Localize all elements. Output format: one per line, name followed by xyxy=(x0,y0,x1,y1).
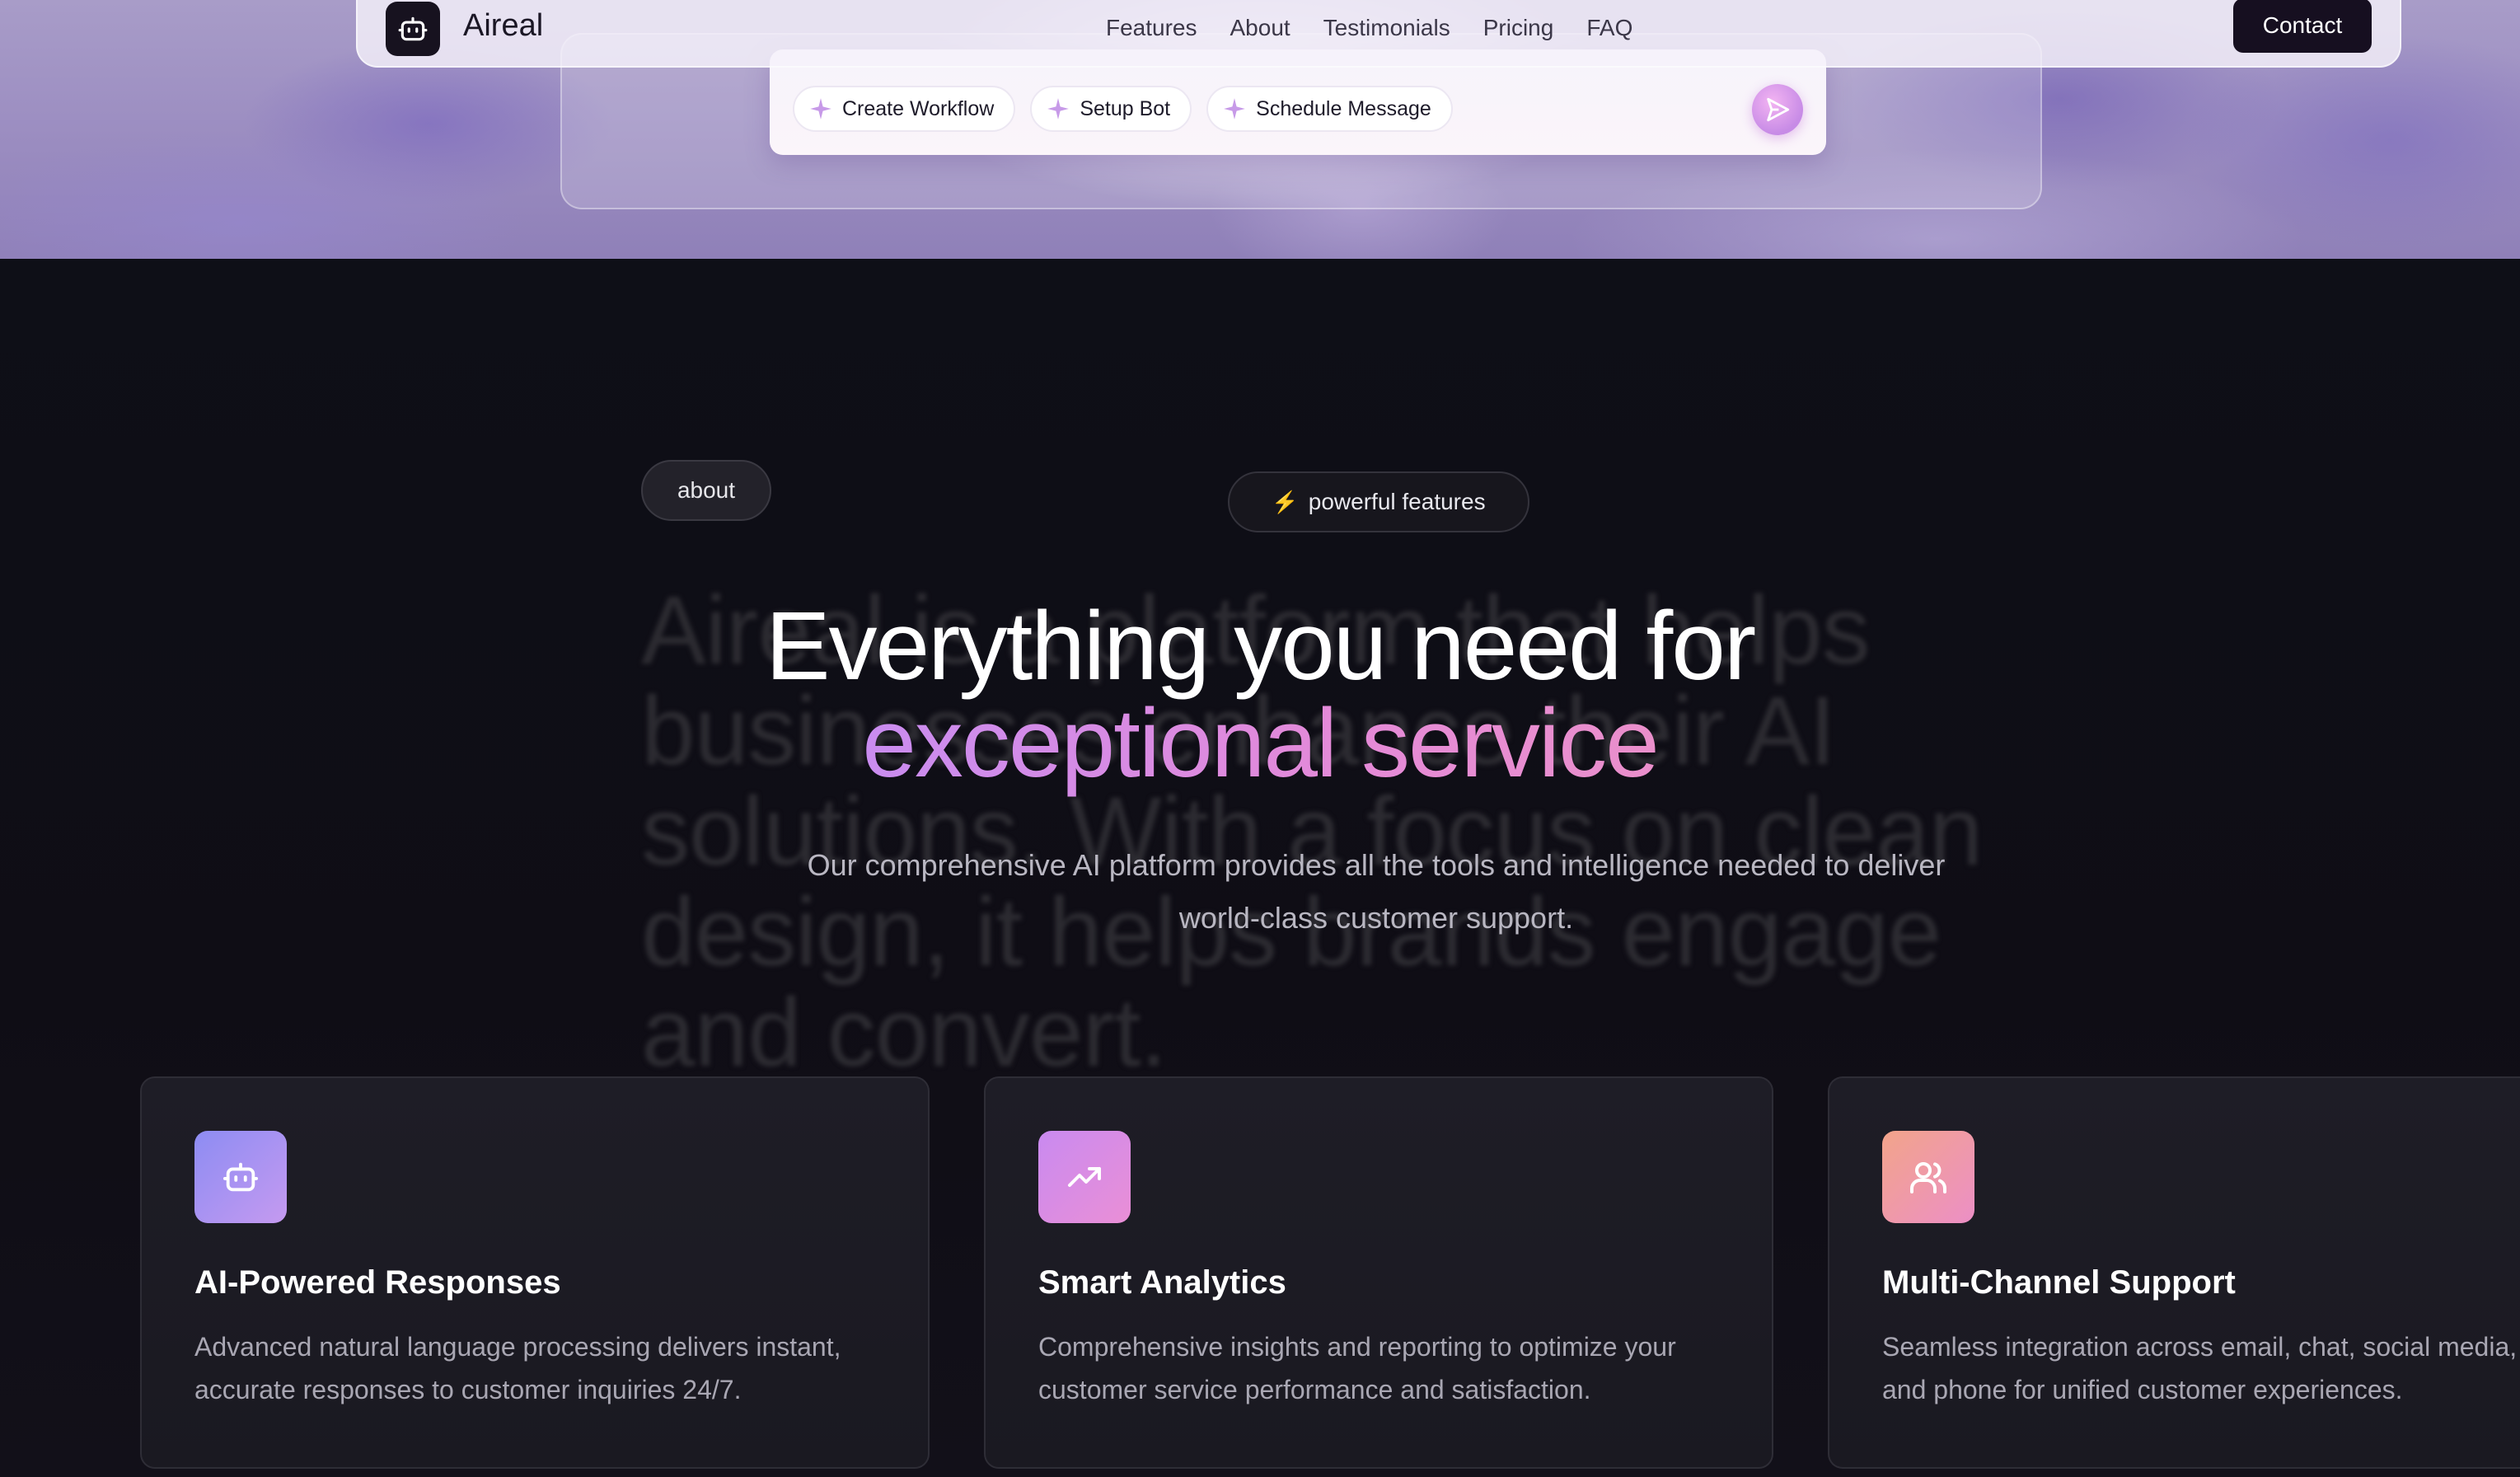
sparkle-icon xyxy=(1047,98,1070,120)
card-icon-tile xyxy=(194,1131,287,1223)
nav-links: Features About Testimonials Pricing FAQ xyxy=(1106,15,1632,41)
send-button[interactable] xyxy=(1752,84,1803,135)
logo[interactable] xyxy=(386,2,440,56)
card-icon-tile xyxy=(1038,1131,1131,1223)
card-icon-tile xyxy=(1882,1131,1974,1223)
card-description-line: accurate responses to customer inquiries… xyxy=(194,1375,742,1404)
card-title: AI-Powered Responses xyxy=(194,1264,561,1301)
feature-card-ai-responses: AI-Powered Responses Advanced natural la… xyxy=(140,1076,930,1469)
sparkle-icon xyxy=(1224,98,1245,120)
feature-card-multichannel: Multi-Channel Support Seamless integrati… xyxy=(1828,1076,2520,1469)
chip-label: Schedule Message xyxy=(1256,96,1431,120)
subtitle-line: Our comprehensive AI platform provides a… xyxy=(807,848,1946,882)
card-description-line: and phone for unified customer experienc… xyxy=(1882,1375,2403,1404)
card-description: Comprehensive insights and reporting to … xyxy=(1038,1325,1772,1411)
section-subtitle: Our comprehensive AI platform provides a… xyxy=(742,839,2011,945)
brand-name[interactable]: Aireal xyxy=(463,8,543,44)
robot-icon xyxy=(222,1162,259,1192)
headline-line-1: Everything you need for xyxy=(765,592,1756,701)
navbar: Aireal Features About Testimonials Prici… xyxy=(356,0,2401,68)
card-title: Smart Analytics xyxy=(1038,1264,1286,1301)
trending-up-icon xyxy=(1068,1167,1101,1187)
headline-line-2: exceptional service xyxy=(0,687,2520,799)
card-description-line: customer service performance and satisfa… xyxy=(1038,1375,1591,1404)
users-icon xyxy=(1910,1162,1946,1193)
feature-card-smart-analytics: Smart Analytics Comprehensive insights a… xyxy=(984,1076,1773,1469)
lightning-icon: ⚡ xyxy=(1272,489,1299,514)
badge-label: powerful features xyxy=(1308,489,1486,514)
headline-highlight: exceptional service xyxy=(862,689,1660,798)
nav-link-pricing[interactable]: Pricing xyxy=(1483,15,1554,41)
hero-cloud xyxy=(0,132,527,259)
hero-background: Create Workflow Setup Bot Schedule Messa… xyxy=(0,0,2520,259)
chip-schedule-message[interactable]: Schedule Message xyxy=(1206,86,1453,132)
chip-label: Setup Bot xyxy=(1080,96,1171,120)
nav-link-faq[interactable]: FAQ xyxy=(1586,15,1632,41)
chip-setup-bot[interactable]: Setup Bot xyxy=(1030,86,1192,132)
contact-button[interactable]: Contact xyxy=(2233,0,2372,53)
sparkle-icon xyxy=(810,98,831,120)
card-description-line: Advanced natural language processing del… xyxy=(194,1332,841,1362)
send-icon xyxy=(1767,97,1790,122)
robot-icon xyxy=(398,16,428,41)
nav-link-testimonials[interactable]: Testimonials xyxy=(1323,15,1450,41)
card-description-line: Comprehensive insights and reporting to … xyxy=(1038,1332,1676,1362)
nav-link-features[interactable]: Features xyxy=(1106,15,1197,41)
card-description: Seamless integration across email, chat,… xyxy=(1882,1325,2520,1411)
subtitle-line: world-class customer support. xyxy=(1178,901,1574,935)
suggestion-chips: Create Workflow Setup Bot Schedule Messa… xyxy=(793,86,1453,132)
nav-link-about[interactable]: About xyxy=(1230,15,1290,41)
card-description-line: Seamless integration across email, chat,… xyxy=(1882,1332,2518,1362)
about-pill: about xyxy=(641,460,771,521)
chip-label: Create Workflow xyxy=(842,96,995,120)
card-description: Advanced natural language processing del… xyxy=(194,1325,928,1411)
chip-create-workflow[interactable]: Create Workflow xyxy=(793,86,1016,132)
powerful-features-badge: ⚡ powerful features xyxy=(1228,471,1529,532)
card-title: Multi-Channel Support xyxy=(1882,1264,2236,1301)
